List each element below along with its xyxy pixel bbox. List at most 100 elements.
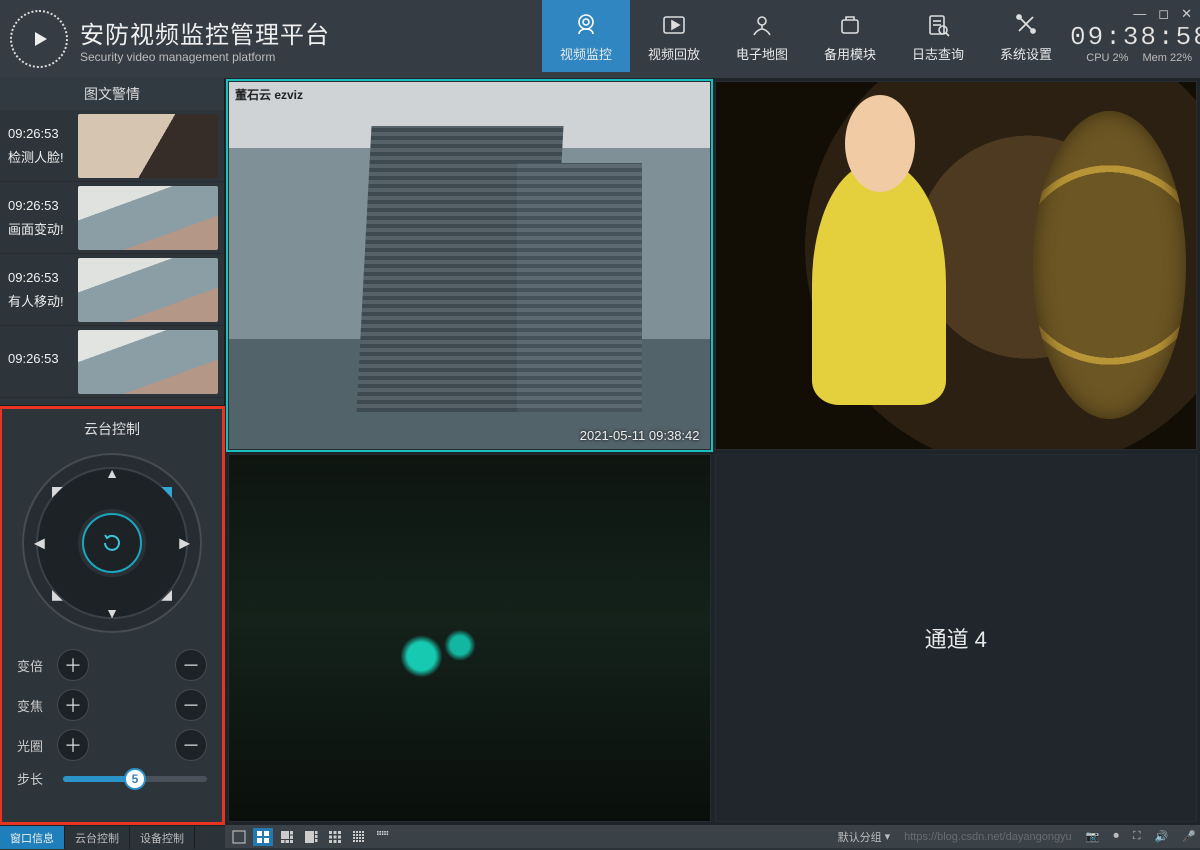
logo-icon bbox=[10, 10, 68, 68]
app-subtitle: Security video management platform bbox=[80, 50, 330, 64]
footer: 窗口信息 云台控制 设备控制 默认分组 ▾ https://blog.csdn.… bbox=[0, 825, 1200, 850]
video-grid: 董石云 ezviz 2021-05-11 09:38:42 通道 4 bbox=[225, 78, 1200, 825]
playback-icon bbox=[659, 10, 689, 40]
step-value[interactable]: 5 bbox=[124, 768, 146, 790]
video-tile-2[interactable] bbox=[715, 81, 1198, 450]
header: 安防视频监控管理平台 Security video management pla… bbox=[0, 0, 1200, 78]
alerts-title: 图文警情 bbox=[0, 78, 224, 110]
mem-stat: Mem 22% bbox=[1142, 52, 1192, 64]
layout-5x5-button[interactable] bbox=[373, 828, 393, 846]
alert-list[interactable]: 09:26:53 检测人脸! 09:26:53 画面变动! 09:26:53 有人移动… bbox=[0, 110, 224, 406]
alert-thumbnail bbox=[78, 330, 218, 394]
ptz-title: 云台控制 bbox=[84, 413, 140, 445]
layout-2x2-button[interactable] bbox=[253, 828, 273, 846]
layout-3x3-button[interactable] bbox=[325, 828, 345, 846]
nav-module[interactable]: 备用模块 bbox=[806, 0, 894, 72]
ptz-wheel: ▲ ▼ ◀ ▶ ◤ ◥ ◣ ◢ bbox=[22, 453, 202, 633]
audio-icon[interactable]: 🔊 bbox=[1155, 830, 1169, 843]
mic-icon[interactable]: 🎤 bbox=[1182, 830, 1196, 843]
main: 董石云 ezviz 2021-05-11 09:38:42 通道 4 bbox=[225, 78, 1200, 825]
ptz-downright-button[interactable]: ◢ bbox=[161, 586, 172, 603]
alert-row[interactable]: 09:26:53 有人移动! bbox=[0, 254, 224, 326]
iris-open-button[interactable]: ＋ bbox=[57, 729, 89, 761]
video-tile-1[interactable]: 董石云 ezviz 2021-05-11 09:38:42 bbox=[228, 81, 711, 450]
ptz-reset-button[interactable] bbox=[82, 513, 142, 573]
ptz-upleft-button[interactable]: ◤ bbox=[52, 483, 63, 500]
brand: 安防视频监控管理平台 Security video management pla… bbox=[0, 0, 348, 68]
focus-label: 变焦 bbox=[17, 696, 57, 715]
nav-label: 视频监控 bbox=[560, 44, 612, 63]
nav-label: 视频回放 bbox=[648, 44, 700, 63]
main-nav: 视频监控 视频回放 电子地图 备用模块 日志查询 bbox=[542, 0, 1070, 75]
alert-msg: 检测人脸! bbox=[8, 147, 78, 166]
video-tile-3[interactable] bbox=[228, 454, 711, 823]
ptz-upright-button[interactable]: ◥ bbox=[161, 483, 172, 500]
nav-label: 备用模块 bbox=[824, 44, 876, 63]
maximize-button[interactable]: ◻ bbox=[1158, 6, 1169, 22]
video-tile-4[interactable]: 通道 4 bbox=[715, 454, 1198, 823]
step-label: 步长 bbox=[17, 769, 57, 788]
nav-video-monitor[interactable]: 视频监控 bbox=[542, 0, 630, 72]
zoom-out-button[interactable]: － bbox=[175, 649, 207, 681]
sidebar-tabs: 窗口信息 云台控制 设备控制 bbox=[0, 825, 225, 849]
cpu-stat: CPU 2% bbox=[1086, 52, 1128, 64]
alert-time: 09:26:53 bbox=[8, 126, 78, 141]
ptz-panel: 云台控制 ▲ ▼ ◀ ▶ ◤ ◥ ◣ ◢ 变倍 ＋ － 变焦 ＋ － 光圈 bbox=[0, 406, 225, 825]
tile-timestamp: 2021-05-11 09:38:42 bbox=[580, 428, 700, 443]
header-right: — ◻ ✕ 09:38:58 CPU 2% Mem 22% bbox=[1070, 0, 1200, 68]
nav-log[interactable]: 日志查询 bbox=[894, 0, 982, 72]
nav-label: 日志查询 bbox=[912, 44, 964, 63]
ptz-downleft-button[interactable]: ◣ bbox=[52, 586, 63, 603]
layout-1-5-button[interactable] bbox=[277, 828, 297, 846]
ptz-up-button[interactable]: ▲ bbox=[105, 465, 119, 481]
close-button[interactable]: ✕ bbox=[1181, 6, 1192, 22]
nav-playback[interactable]: 视频回放 bbox=[630, 0, 718, 72]
alert-row[interactable]: 09:26:53 画面变动! bbox=[0, 182, 224, 254]
ptz-down-button[interactable]: ▼ bbox=[105, 605, 119, 621]
alert-row[interactable]: 09:26:53 bbox=[0, 326, 224, 398]
tab-ptz-control[interactable]: 云台控制 bbox=[65, 826, 130, 849]
alert-msg: 画面变动! bbox=[8, 219, 78, 238]
camera-icon bbox=[571, 10, 601, 40]
ptz-right-button[interactable]: ▶ bbox=[179, 535, 190, 552]
alert-time: 09:26:53 bbox=[8, 270, 78, 285]
nav-map[interactable]: 电子地图 bbox=[718, 0, 806, 72]
channel-label: 通道 4 bbox=[925, 622, 987, 654]
group-selector[interactable]: 默认分组 ▾ bbox=[838, 829, 891, 845]
alert-thumbnail bbox=[78, 114, 218, 178]
alert-time: 09:26:53 bbox=[8, 351, 78, 366]
layout-1-7-button[interactable] bbox=[301, 828, 321, 846]
ptz-left-button[interactable]: ◀ bbox=[34, 535, 45, 552]
alert-row[interactable]: 09:26:53 检测人脸! bbox=[0, 110, 224, 182]
settings-icon bbox=[1011, 10, 1041, 40]
iris-close-button[interactable]: － bbox=[175, 729, 207, 761]
tab-device-control[interactable]: 设备控制 bbox=[130, 826, 195, 849]
alert-time: 09:26:53 bbox=[8, 198, 78, 213]
focus-in-button[interactable]: ＋ bbox=[57, 689, 89, 721]
sidebar: 图文警情 09:26:53 检测人脸! 09:26:53 画面变动! 09:26:5… bbox=[0, 78, 225, 825]
nav-settings[interactable]: 系统设置 bbox=[982, 0, 1070, 72]
layout-4x4-button[interactable] bbox=[349, 828, 369, 846]
app-title: 安防视频监控管理平台 bbox=[80, 15, 330, 50]
module-icon bbox=[835, 10, 865, 40]
iris-label: 光圈 bbox=[17, 736, 57, 755]
tab-window-info[interactable]: 窗口信息 bbox=[0, 826, 65, 849]
clock: 09:38:58 bbox=[1070, 22, 1192, 52]
alert-thumbnail bbox=[78, 258, 218, 322]
log-icon bbox=[923, 10, 953, 40]
bottom-toolbar: 默认分组 ▾ https://blog.csdn.net/dayangongyu… bbox=[225, 825, 1200, 848]
fullscreen-icon[interactable]: ⛶ bbox=[1133, 830, 1141, 843]
focus-out-button[interactable]: － bbox=[175, 689, 207, 721]
zoom-label: 变倍 bbox=[17, 656, 57, 675]
nav-label: 系统设置 bbox=[1000, 44, 1052, 63]
record-icon[interactable]: ⏺ bbox=[1113, 830, 1119, 843]
alert-msg: 有人移动! bbox=[8, 291, 78, 310]
layout-1x1-button[interactable] bbox=[229, 828, 249, 846]
alert-thumbnail bbox=[78, 186, 218, 250]
nav-label: 电子地图 bbox=[736, 44, 788, 63]
snapshot-icon[interactable]: 📷 bbox=[1086, 830, 1100, 843]
map-icon bbox=[747, 10, 777, 40]
zoom-in-button[interactable]: ＋ bbox=[57, 649, 89, 681]
minimize-button[interactable]: — bbox=[1133, 6, 1146, 22]
step-slider[interactable]: 5 bbox=[63, 776, 207, 782]
